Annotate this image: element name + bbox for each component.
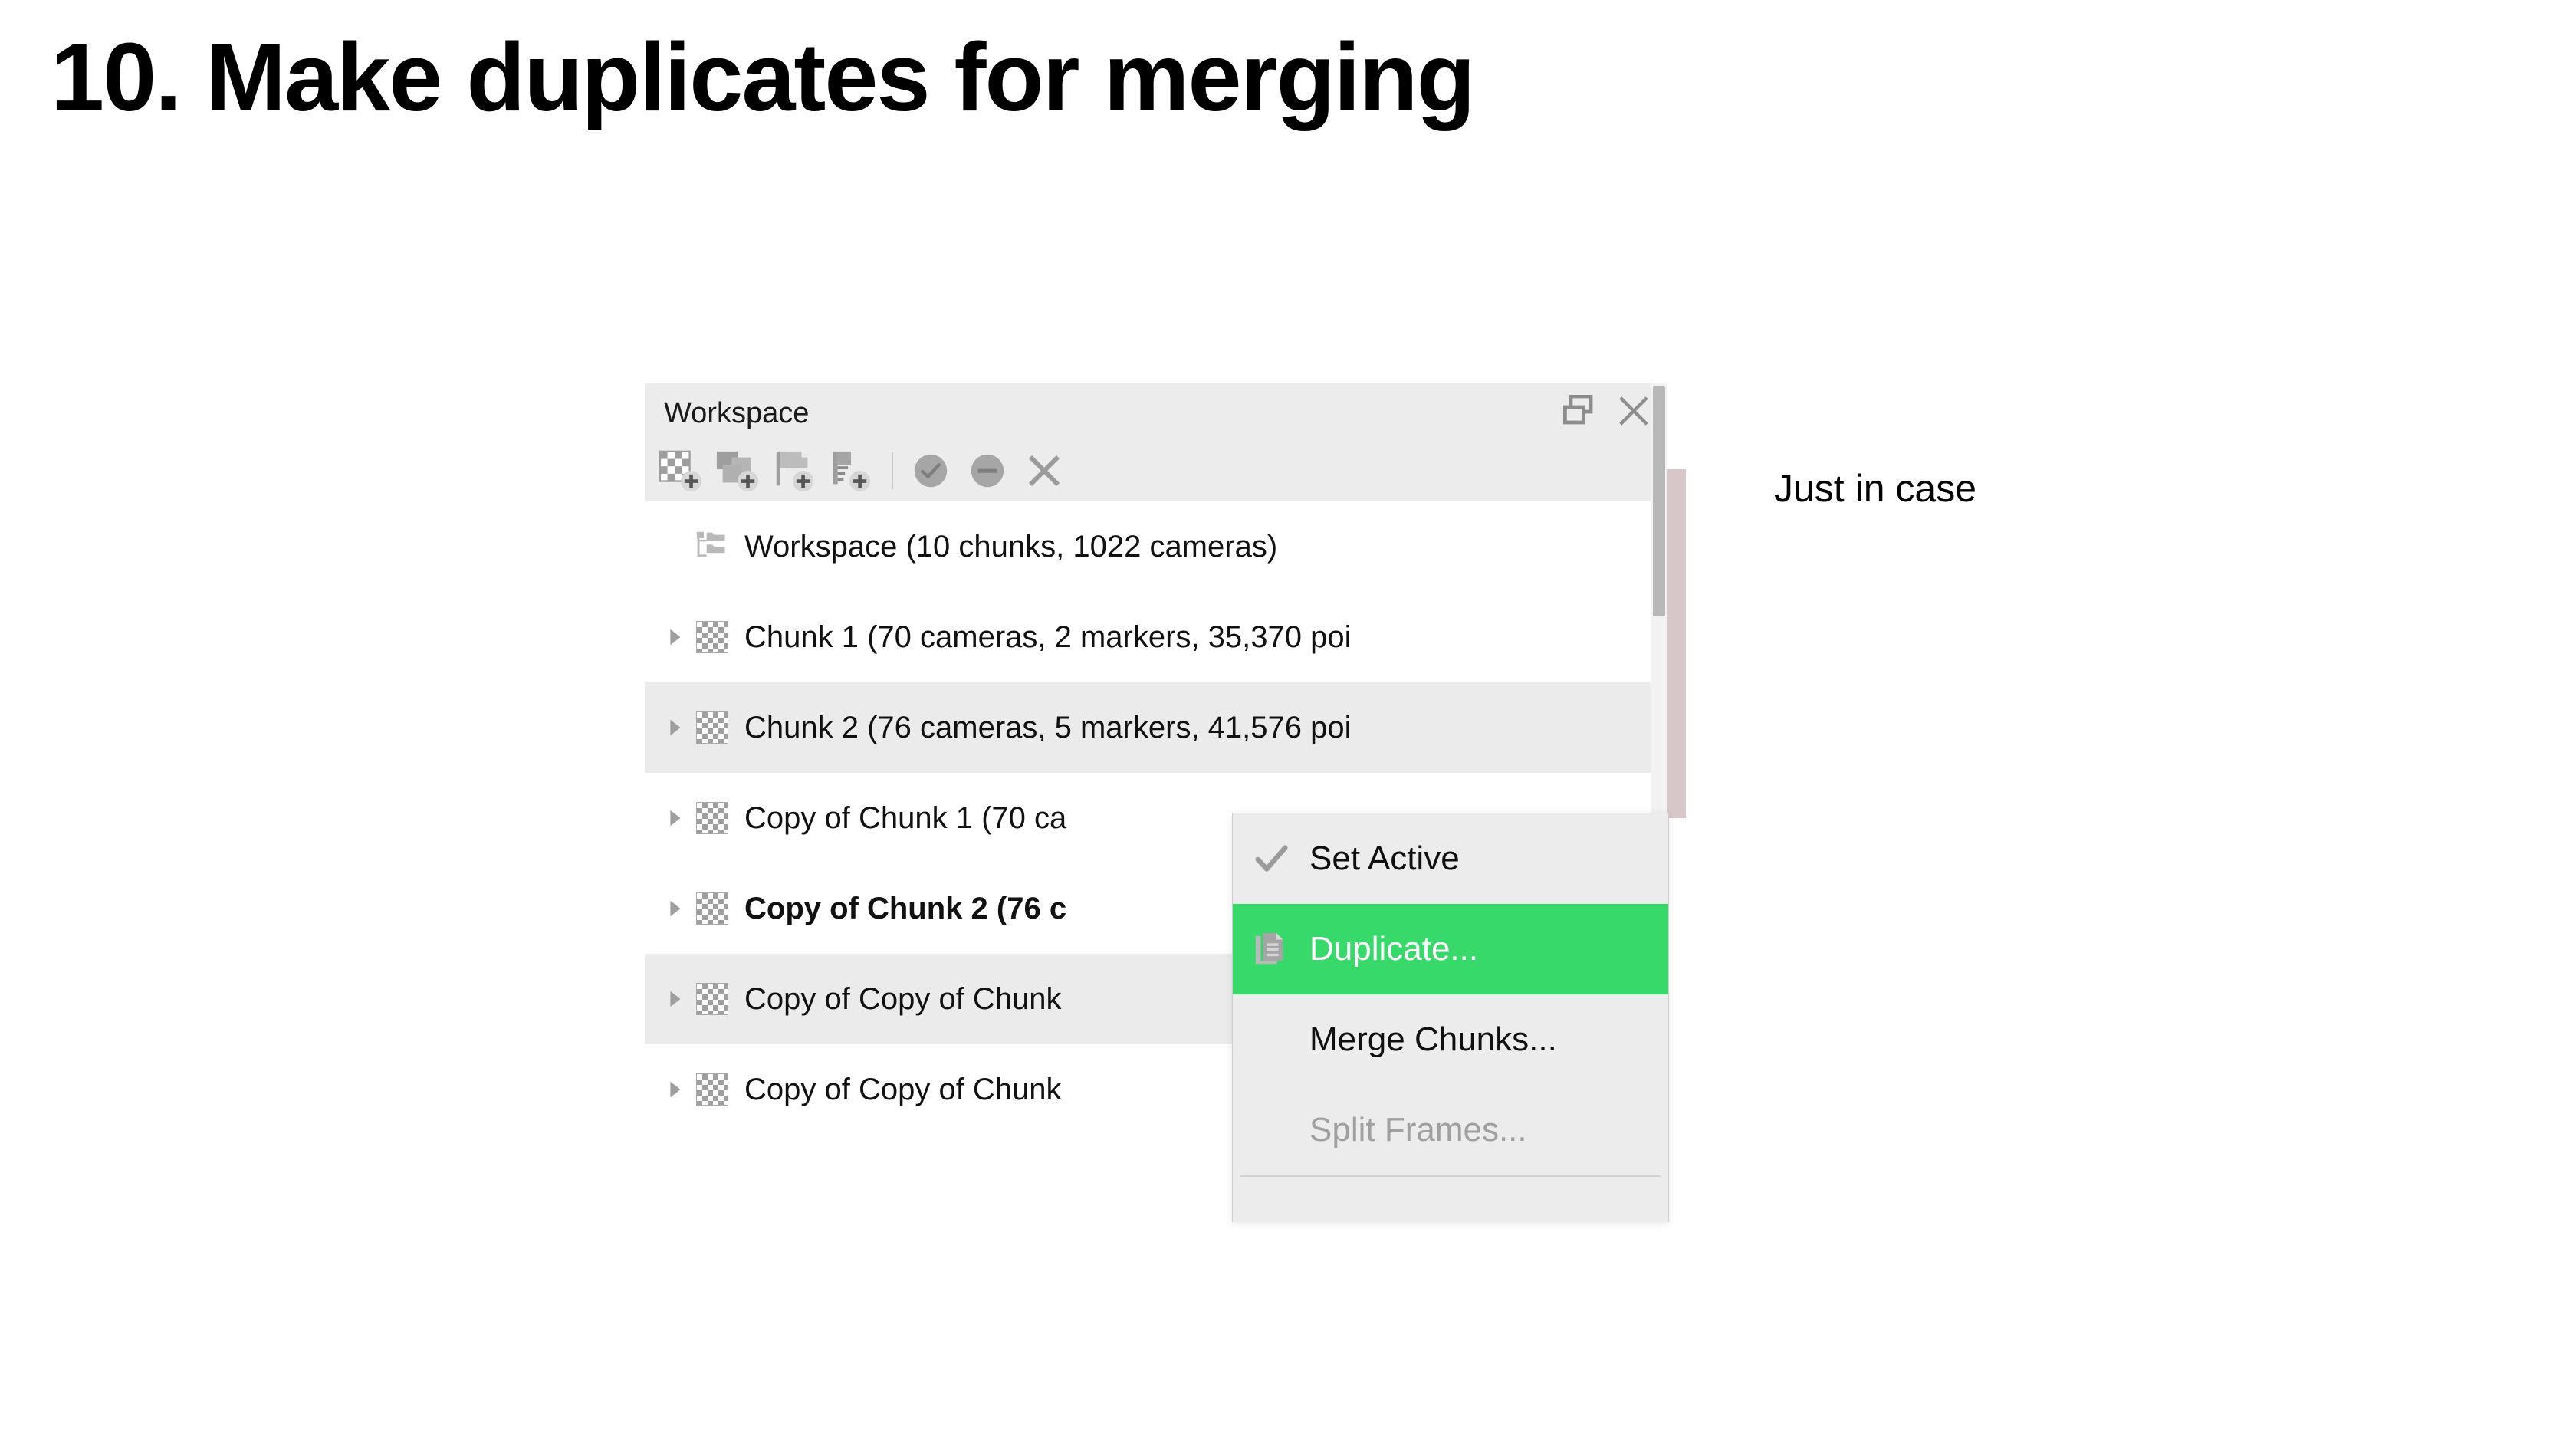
chunk-icon	[695, 711, 729, 744]
tree-row-label: Copy of Chunk 2 (76 c	[744, 891, 1067, 925]
panel-title: Workspace	[664, 397, 810, 429]
chevron-right-icon[interactable]	[662, 715, 688, 741]
menu-item[interactable]: Duplicate...	[1233, 904, 1668, 994]
window-edge-strip	[1668, 469, 1686, 818]
menu-item[interactable]: Merge Chunks...	[1233, 994, 1668, 1085]
tree-row[interactable]: Chunk 1 (70 cameras, 2 markers, 35,370 p…	[645, 592, 1668, 682]
duplicate-icon	[1251, 929, 1291, 969]
remove-icon[interactable]	[1020, 447, 1068, 495]
close-icon[interactable]	[1614, 391, 1654, 431]
checkerboard-glyph	[696, 983, 728, 1015]
enable-icon[interactable]	[907, 447, 955, 495]
chunk-icon	[695, 982, 729, 1016]
checkerboard-glyph	[696, 621, 728, 653]
add-photos-icon[interactable]	[714, 447, 761, 495]
panel-header-buttons	[1560, 391, 1654, 431]
toolbar-divider	[892, 452, 893, 489]
disable-icon[interactable]	[964, 447, 1011, 495]
tree-row-label: Chunk 2 (76 cameras, 5 markers, 41,576 p…	[744, 710, 1352, 744]
workspace-icon	[695, 530, 729, 564]
tree-row[interactable]: Workspace (10 chunks, 1022 cameras)	[645, 501, 1668, 592]
checkerboard-glyph	[696, 892, 728, 925]
tree-row[interactable]: Chunk 2 (76 cameras, 5 markers, 41,576 p…	[645, 682, 1668, 773]
scrollbar-thumb[interactable]	[1653, 386, 1665, 616]
menu-divider	[1240, 1175, 1661, 1177]
checkerboard-glyph	[696, 711, 728, 744]
menu-icon-placeholder	[1251, 1110, 1291, 1150]
chunk-icon	[695, 801, 729, 835]
tree-row-label: Chunk 1 (70 cameras, 2 markers, 35,370 p…	[744, 619, 1352, 654]
menu-item-label: Merge Chunks...	[1309, 1020, 1557, 1058]
annotation-just-in-case: Just in case	[1774, 467, 1977, 510]
chevron-right-icon[interactable]	[662, 624, 688, 650]
panel-toolbar	[645, 440, 1668, 501]
tree-row-label: Copy of Copy of Chunk	[744, 1072, 1062, 1106]
tree-row-label: Copy of Copy of Chunk	[744, 981, 1062, 1016]
menu-item: Split Frames...	[1233, 1085, 1668, 1175]
menu-item-label: Duplicate...	[1309, 930, 1479, 968]
tree-row-label: Copy of Chunk 1 (70 ca	[744, 800, 1067, 835]
page-title: 10. Make duplicates for merging	[51, 23, 1476, 131]
float-icon[interactable]	[1560, 391, 1600, 431]
chevron-right-icon[interactable]	[662, 1076, 688, 1103]
menu-item[interactable]: Set Active	[1233, 813, 1668, 904]
chunk-context-menu[interactable]: Set Active Duplicate... Merge Chunks... Spl…	[1232, 813, 1669, 1222]
chunk-icon	[695, 620, 729, 654]
chevron-right-icon[interactable]	[662, 805, 688, 831]
menu-icon-placeholder	[1251, 1020, 1291, 1060]
chevron-right-icon[interactable]	[662, 986, 688, 1012]
add-marker-icon[interactable]	[770, 447, 818, 495]
add-chunk-icon[interactable]	[657, 447, 705, 495]
add-scalebar-icon[interactable]	[827, 447, 875, 495]
tree-row-label: Workspace (10 chunks, 1022 cameras)	[744, 529, 1278, 564]
checkerboard-glyph	[696, 802, 728, 834]
chunk-icon	[695, 892, 729, 925]
menu-item-label: Set Active	[1309, 840, 1460, 877]
panel-header: Workspace	[645, 383, 1668, 440]
chunk-icon	[695, 1073, 729, 1106]
check-icon	[1251, 839, 1291, 879]
menu-item-label: Split Frames...	[1309, 1111, 1527, 1149]
checkerboard-glyph	[696, 1073, 728, 1106]
chevron-right-icon[interactable]	[662, 896, 688, 922]
